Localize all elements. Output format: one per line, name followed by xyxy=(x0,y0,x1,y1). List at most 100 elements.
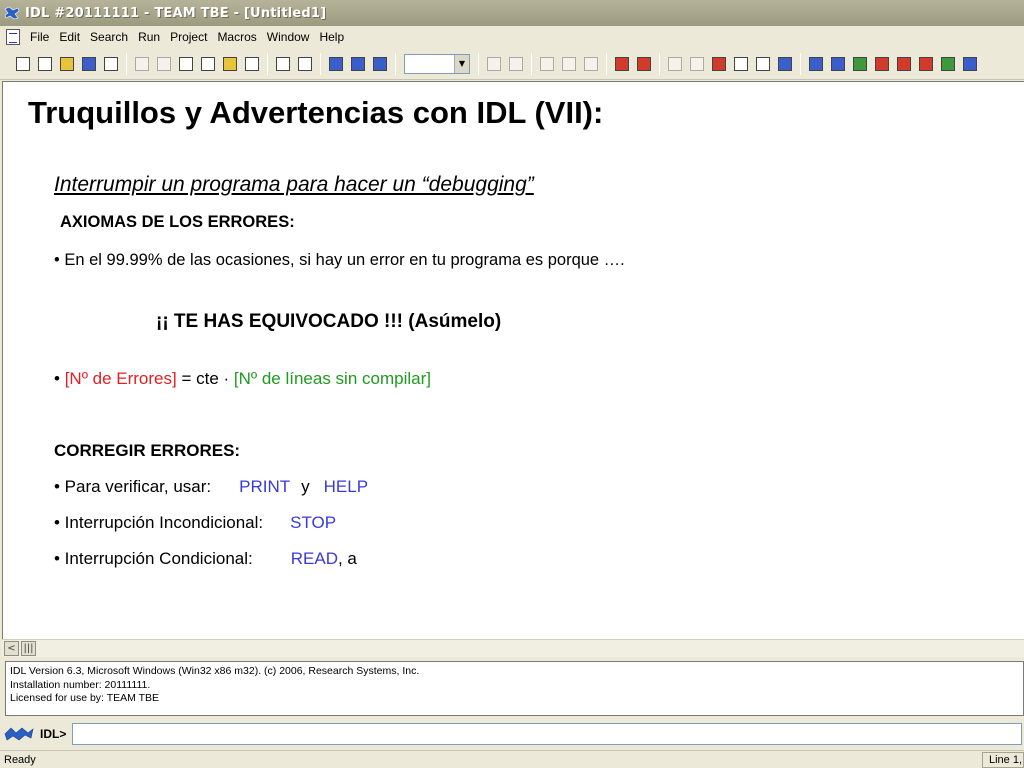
redo-button[interactable] xyxy=(153,53,174,75)
run-to-cursor-icon xyxy=(667,56,682,71)
pane-right-button[interactable] xyxy=(752,53,773,75)
stack-button[interactable] xyxy=(325,53,346,75)
cut-icon xyxy=(178,56,193,71)
axioms-heading: AXIOMAS DE LOS ERRORES: xyxy=(60,213,295,231)
help-icon xyxy=(830,56,845,71)
document-icon[interactable] xyxy=(6,29,20,45)
new-file-icon xyxy=(15,56,30,71)
stack-icon xyxy=(328,56,343,71)
new-file-button[interactable] xyxy=(12,53,33,75)
output-line: Licensed for use by: TEAM TBE xyxy=(10,692,160,704)
status-text: Ready xyxy=(4,753,36,766)
menu-bar: File Edit Search Run Project Macros Wind… xyxy=(0,26,1024,48)
view-button[interactable] xyxy=(849,53,870,75)
trace-button[interactable] xyxy=(686,53,707,75)
open-icon xyxy=(59,56,74,71)
item-label: • Para verificar, usar: xyxy=(54,477,212,496)
edit-breakpoint-button[interactable] xyxy=(708,53,729,75)
pdf-icon xyxy=(918,56,933,71)
fix-heading: CORREGIR ERRORES: xyxy=(54,441,241,460)
print-button[interactable] xyxy=(100,53,121,75)
output-line: IDL Version 6.3, Microsoft Windows (Win3… xyxy=(10,665,420,677)
formula-errors: [Nº de Errores] xyxy=(64,369,177,388)
display-icon xyxy=(808,56,823,71)
tools-button[interactable] xyxy=(937,53,958,75)
tools-icon xyxy=(940,56,955,71)
scroll-left-icon[interactable]: < xyxy=(4,641,19,656)
compile-button[interactable] xyxy=(272,53,293,75)
new-pro-icon xyxy=(37,56,52,71)
horizontal-scrollbar[interactable]: < ||| xyxy=(2,639,1024,657)
view-icon xyxy=(852,56,867,71)
menu-search[interactable]: Search xyxy=(85,30,133,44)
menu-help[interactable]: Help xyxy=(314,30,349,44)
step-out-button[interactable] xyxy=(536,53,557,75)
menu-file[interactable]: File xyxy=(25,30,54,44)
find-button[interactable] xyxy=(241,53,262,75)
display-button[interactable] xyxy=(805,53,826,75)
editor-pane[interactable]: Truquillos y Advertencias con IDL (VII):… xyxy=(2,81,1024,639)
toolbar-separator xyxy=(320,52,321,75)
pane-swap-icon xyxy=(777,56,792,71)
pane-left-button[interactable] xyxy=(730,53,751,75)
toolbar-separator xyxy=(659,52,660,75)
columns-button[interactable] xyxy=(369,53,390,75)
item-keyword: READ xyxy=(290,549,338,568)
debug-button[interactable] xyxy=(959,53,980,75)
list-item: • Para verificar, usar: PRINT y HELP xyxy=(54,477,368,497)
step-over-button[interactable] xyxy=(505,53,526,75)
save-button[interactable] xyxy=(78,53,99,75)
breakpoint-button[interactable] xyxy=(611,53,632,75)
toolbar-separator xyxy=(395,52,396,75)
formula-middle: = cte · xyxy=(176,369,234,388)
stop-button[interactable] xyxy=(580,53,601,75)
item-keyword: STOP xyxy=(290,513,337,532)
clear-breakpoints-button[interactable] xyxy=(633,53,654,75)
menu-run[interactable]: Run xyxy=(133,30,165,44)
trace-icon xyxy=(689,56,704,71)
menu-window[interactable]: Window xyxy=(262,30,315,44)
run-button[interactable] xyxy=(294,53,315,75)
toolbar-separator xyxy=(267,52,268,75)
clear-breakpoints-icon xyxy=(636,56,651,71)
window-split-button[interactable] xyxy=(347,53,368,75)
scroll-thumb[interactable]: ||| xyxy=(21,641,36,656)
toolbar-separator xyxy=(800,52,801,75)
menu-project[interactable]: Project xyxy=(165,30,212,44)
toolbar-combo[interactable]: ▼ xyxy=(404,53,470,74)
help-button[interactable] xyxy=(827,53,848,75)
copy-button[interactable] xyxy=(197,53,218,75)
pane-swap-button[interactable] xyxy=(774,53,795,75)
new-pro-button[interactable] xyxy=(34,53,55,75)
open-button[interactable] xyxy=(56,53,77,75)
paste-button[interactable] xyxy=(219,53,240,75)
continue-button[interactable] xyxy=(558,53,579,75)
undo-button[interactable] xyxy=(131,53,152,75)
copy-icon xyxy=(200,56,215,71)
numbers-button[interactable] xyxy=(893,53,914,75)
compile-icon xyxy=(275,56,290,71)
edit-breakpoint-icon xyxy=(711,56,726,71)
output-line: Installation number: 20111111. xyxy=(10,678,151,691)
command-input[interactable] xyxy=(72,723,1022,745)
step-out-icon xyxy=(539,56,554,71)
item-keyword: HELP xyxy=(323,477,369,496)
menu-macros[interactable]: Macros xyxy=(212,30,261,44)
redo-icon xyxy=(156,56,171,71)
cursor-position: Line 1, Col 1 xyxy=(982,752,1024,768)
ab-button[interactable] xyxy=(871,53,892,75)
pdf-button[interactable] xyxy=(915,53,936,75)
step-into-button[interactable] xyxy=(483,53,504,75)
stop-icon xyxy=(583,56,598,71)
chevron-down-icon[interactable]: ▼ xyxy=(454,54,469,73)
cut-button[interactable] xyxy=(175,53,196,75)
slide-content: Truquillos y Advertencias con IDL (VII):… xyxy=(3,82,1023,638)
shout-text: ¡¡ TE HAS EQUIVOCADO !!! (Asúmelo) xyxy=(156,311,502,332)
step-into-icon xyxy=(486,56,501,71)
print-icon xyxy=(103,56,118,71)
idl-app-icon[interactable] xyxy=(4,5,20,21)
output-log[interactable]: IDL Version 6.3, Microsoft Windows (Win3… xyxy=(5,661,1024,716)
menu-edit[interactable]: Edit xyxy=(54,30,85,44)
idl-logo-icon xyxy=(4,725,36,743)
run-to-cursor-button[interactable] xyxy=(664,53,685,75)
